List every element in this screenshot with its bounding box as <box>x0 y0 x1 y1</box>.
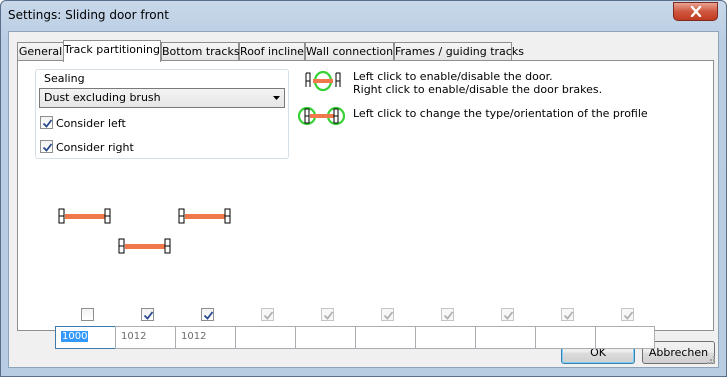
checkmark-icon <box>443 311 454 320</box>
tab-track-partitioning[interactable]: Track partitioning <box>63 40 161 62</box>
checkmark-icon <box>503 311 514 320</box>
tab-general[interactable]: General <box>17 42 64 61</box>
track-checkbox-8 <box>501 308 514 321</box>
track-width-field-10[interactable] <box>595 326 655 349</box>
checkmark-icon <box>203 311 214 320</box>
tab-frames-guiding-tracks[interactable]: Frames / guiding tracks <box>394 42 524 61</box>
door-2[interactable] <box>118 237 172 259</box>
track-checkbox-1[interactable] <box>81 308 94 321</box>
track-checkbox-4 <box>261 308 274 321</box>
sealing-select[interactable]: Dust excluding brush <box>39 88 285 108</box>
checkmark-icon <box>383 311 394 320</box>
sealing-group-label: Sealing <box>43 72 86 85</box>
track-checkbox-5 <box>321 308 334 321</box>
settings-dialog: Settings: Sliding door front General Tra… <box>0 0 727 377</box>
dialog-client-area: General Track partitioning Bottom tracks… <box>8 31 719 368</box>
consider-left-checkbox[interactable] <box>40 116 53 129</box>
consider-right-checkbox[interactable] <box>40 140 53 153</box>
close-button[interactable] <box>673 2 718 21</box>
consider-right-label: Consider right <box>56 141 134 154</box>
track-checkbox-9 <box>561 308 574 321</box>
tab-roof-incline[interactable]: Roof incline <box>239 42 305 61</box>
resize-grip-icon[interactable] <box>706 355 716 365</box>
consider-left-label: Consider left <box>56 117 126 130</box>
track-width-field-4[interactable] <box>235 326 296 349</box>
track-width-field-2[interactable]: 1012 <box>115 326 176 349</box>
title-bar[interactable]: Settings: Sliding door front <box>1 1 726 31</box>
sealing-group: Sealing Dust excluding brush Consider le… <box>35 69 289 159</box>
checkmark-icon <box>323 311 334 320</box>
tab-wall-connection[interactable]: Wall connection <box>305 42 394 61</box>
track-checkbox-3[interactable] <box>201 308 214 321</box>
track-width-field-9[interactable] <box>535 326 596 349</box>
track-width-field-5[interactable] <box>295 326 356 349</box>
checkmark-icon <box>263 311 274 320</box>
checkmark-icon <box>42 143 53 152</box>
track-width-field-3[interactable]: 1012 <box>175 326 236 349</box>
door-1[interactable] <box>58 207 112 229</box>
track-width-value: 1000 <box>61 331 89 342</box>
track-width-field-7[interactable] <box>415 326 476 349</box>
checkmark-icon <box>143 311 154 320</box>
track-width-field-8[interactable] <box>475 326 536 349</box>
track-checkbox-7 <box>441 308 454 321</box>
sealing-select-value: Dust excluding brush <box>44 91 161 104</box>
tab-bottom-tracks[interactable]: Bottom tracks <box>161 42 240 61</box>
profile-orientation-legend-icon <box>298 106 346 126</box>
track-width-value: 1012 <box>181 331 207 342</box>
legend-text-door-brakes: Right click to enable/disable the door b… <box>353 83 603 96</box>
window-title: Settings: Sliding door front <box>8 8 169 22</box>
checkmark-icon <box>42 119 53 128</box>
track-checkbox-2[interactable] <box>141 308 154 321</box>
track-width-field-1[interactable]: 1000 <box>55 326 116 349</box>
track-partitioning-panel: Sealing Dust excluding brush Consider le… <box>17 60 714 349</box>
chevron-down-icon <box>273 96 280 100</box>
close-icon <box>690 6 701 17</box>
legend-text-profile: Left click to change the type/orientatio… <box>353 107 648 120</box>
door-3[interactable] <box>178 207 232 229</box>
legend-text-enable-door: Left click to enable/disable the door. <box>353 70 553 83</box>
checkmark-icon <box>623 311 634 320</box>
track-width-value: 1012 <box>121 331 147 342</box>
track-width-field-6[interactable] <box>355 326 416 349</box>
track-checkbox-10 <box>621 308 634 321</box>
track-checkbox-6 <box>381 308 394 321</box>
door-toggle-legend-icon <box>305 70 341 92</box>
checkmark-icon <box>563 311 574 320</box>
